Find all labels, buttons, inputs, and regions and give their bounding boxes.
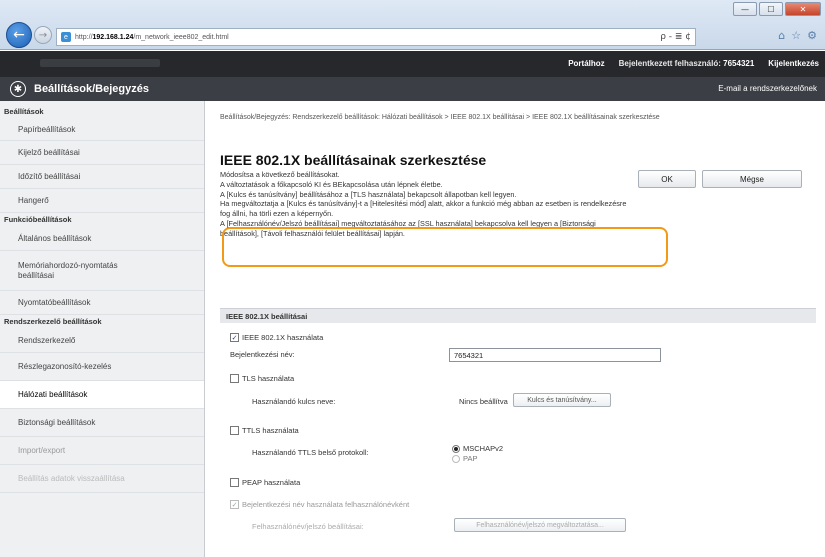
- settings-gear-icon[interactable]: ⚙: [807, 29, 817, 42]
- close-button[interactable]: ✕: [785, 2, 821, 16]
- use-tls-checkbox[interactable]: [230, 374, 239, 383]
- instruction-line: A változtatások a főkapcsoló KI és BEkap…: [220, 179, 443, 189]
- sidebar-item-general[interactable]: Általános beállítások: [0, 227, 204, 251]
- sidebar-item-admin[interactable]: Rendszerkezelő: [0, 329, 204, 353]
- login-name-input[interactable]: 7654321: [449, 348, 661, 362]
- cancel-button[interactable]: Mégse: [702, 170, 802, 188]
- sidebar-item-import-export[interactable]: Import/export: [0, 437, 204, 465]
- section-header: IEEE 802.1X beállításai: [220, 308, 816, 323]
- page-section-title: Beállítások/Bejegyzés: [34, 83, 149, 95]
- logged-in-user-label: Bejelentkezett felhasználó:: [618, 59, 721, 68]
- userpass-button[interactable]: Felhasználónév/jelszó megváltoztatása...: [454, 518, 626, 532]
- login-name-row: Bejelentkezési név:: [230, 350, 295, 359]
- use-login-as-user-row: ✓ Bejelentkezési név használata felhaszn…: [230, 500, 409, 509]
- highlight-frame: [222, 227, 668, 267]
- sidebar-item-sound[interactable]: Hangerő: [0, 189, 204, 213]
- use-ttls-label: TTLS használata: [242, 426, 299, 435]
- url-text: http://192.168.1.24/m_network_ieee802_ed…: [75, 33, 229, 41]
- logout-link[interactable]: Kijelentkezés: [768, 59, 819, 68]
- mschap-option: MSCHAPv2: [452, 444, 503, 453]
- ok-button[interactable]: OK: [638, 170, 696, 188]
- back-button[interactable]: ←: [6, 22, 32, 48]
- back-arrow-icon: ←: [13, 27, 25, 43]
- use-ieee-checkbox[interactable]: ✓: [230, 333, 239, 342]
- browser-chrome: — ☐ ✕ ← → e http://192.168.1.24/m_networ…: [0, 0, 825, 50]
- instruction-line: Ha megváltoztatja a [Kulcs és tanúsítván…: [220, 199, 627, 219]
- sidebar-item-dept-id[interactable]: Részlegazonosító-kezelés: [0, 353, 204, 381]
- device-name-bar: [40, 59, 160, 67]
- use-ieee-row: ✓ IEEE 802.1X használata: [230, 333, 323, 342]
- page-icon: e: [61, 32, 71, 42]
- address-tools-icon[interactable]: ρ - ≣ ¢: [660, 32, 691, 42]
- sidebar-item-memory-print[interactable]: Memóriahordozó-nyomtatás beállításai: [0, 251, 204, 291]
- use-login-as-user-label: Bejelentkezési név használata felhasznál…: [242, 500, 410, 509]
- use-ttls-row: TTLS használata: [230, 426, 299, 435]
- use-ieee-label: IEEE 802.1X használata: [242, 333, 324, 342]
- sidebar-item-printer[interactable]: Nyomtatóbeállítások: [0, 291, 204, 315]
- ttls-protocol-label: Használandó TTLS belső protokoll:: [252, 448, 369, 457]
- sidebar-item-display[interactable]: Kijelző beállításai: [0, 141, 204, 165]
- use-ttls-checkbox[interactable]: [230, 426, 239, 435]
- main-content: Beállítások/Bejegyzés: Rendszerkezelő be…: [206, 101, 825, 557]
- portal-topbar: Portálhoz Bejelentkezett felhasználó: 76…: [0, 51, 825, 77]
- pap-option: PAP: [452, 454, 477, 463]
- minimize-button[interactable]: —: [733, 2, 757, 16]
- settings-registration-icon: ✱: [10, 81, 26, 97]
- title-bar: ✱ Beállítások/Bejegyzés E-mail a rendsze…: [0, 77, 825, 101]
- browser-toolbar: ⌂ ☆ ⚙: [778, 29, 817, 42]
- favorites-star-icon[interactable]: ☆: [791, 29, 801, 42]
- email-admin-link[interactable]: E-mail a rendszerkezelőnek: [718, 84, 817, 93]
- logged-in-user-id: 7654321: [723, 59, 755, 68]
- portal-link[interactable]: Portálhoz: [568, 59, 604, 68]
- pap-radio[interactable]: [452, 454, 460, 463]
- use-peap-row: PEAP használata: [230, 478, 300, 487]
- key-name-label: Használandó kulcs neve:: [252, 397, 336, 406]
- mschap-label: MSCHAPv2: [463, 444, 504, 453]
- forward-button[interactable]: →: [34, 26, 52, 44]
- use-login-as-user-checkbox[interactable]: ✓: [230, 500, 239, 509]
- instruction-line: A [Kulcs és tanúsítvány] beállításához a…: [220, 189, 517, 199]
- sidebar-heading-admin: Rendszerkezelő beállítások: [4, 317, 102, 326]
- sidebar-item-initialize[interactable]: Beállítás adatok visszaállítása: [0, 465, 204, 493]
- page-title: IEEE 802.1X beállításainak szerkesztése: [220, 152, 487, 168]
- sidebar-item-paper[interactable]: Papírbeállítások: [0, 119, 204, 141]
- sidebar: Beállítások Papírbeállítások Kijelző beá…: [0, 101, 205, 557]
- userpass-label: Felhasználónév/jelszó beállításai:: [252, 522, 364, 531]
- login-name-label: Bejelentkezési név:: [230, 350, 295, 359]
- address-bar[interactable]: e http://192.168.1.24/m_network_ieee802_…: [56, 28, 696, 46]
- use-tls-label: TLS használata: [242, 374, 295, 383]
- sidebar-heading-settings: Beállítások: [4, 107, 44, 116]
- key-name-value: Nincs beállítva: [459, 397, 508, 406]
- sidebar-item-timer[interactable]: Időzítő beállításai: [0, 165, 204, 189]
- forward-arrow-icon: →: [38, 29, 48, 41]
- sidebar-item-security[interactable]: Biztonsági beállítások: [0, 409, 204, 437]
- sidebar-heading-functions: Funkcióbeállítások: [4, 215, 72, 224]
- pap-label: PAP: [463, 454, 478, 463]
- instruction-line: Módosítsa a következő beállításokat.: [220, 170, 340, 179]
- use-peap-label: PEAP használata: [242, 478, 301, 487]
- window-controls: — ☐ ✕: [733, 2, 821, 16]
- mschap-radio[interactable]: [452, 444, 460, 453]
- use-tls-row: TLS használata: [230, 374, 294, 383]
- key-cert-button[interactable]: Kulcs és tanúsítvány...: [513, 393, 611, 407]
- home-icon[interactable]: ⌂: [778, 29, 785, 42]
- sidebar-item-network[interactable]: Hálózati beállítások: [0, 381, 204, 409]
- breadcrumb: Beállítások/Bejegyzés: Rendszerkezelő be…: [220, 114, 660, 121]
- maximize-button[interactable]: ☐: [759, 2, 783, 16]
- use-peap-checkbox[interactable]: [230, 478, 239, 487]
